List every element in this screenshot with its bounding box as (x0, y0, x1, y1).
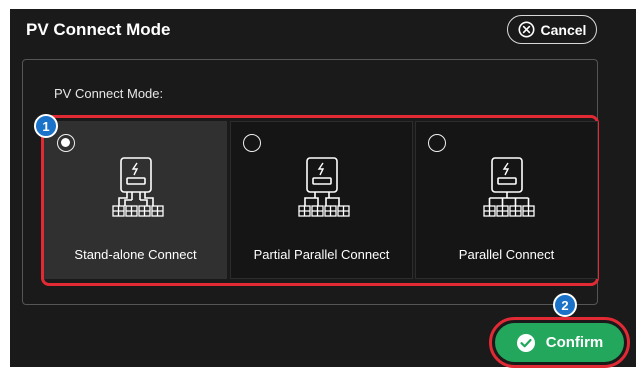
step-badge-1: 1 (34, 114, 58, 138)
cancel-label: Cancel (540, 21, 587, 38)
option-label: Stand-alone Connect (74, 247, 197, 262)
cancel-button[interactable]: Cancel (507, 15, 597, 44)
option-stand-alone[interactable]: Stand-alone Connect (44, 121, 227, 279)
check-circle-icon (516, 333, 536, 353)
section-label: PV Connect Mode: (54, 86, 164, 101)
confirm-button[interactable]: Confirm (495, 323, 624, 362)
confirm-label: Confirm (545, 334, 604, 351)
option-label: Partial Parallel Connect (253, 247, 390, 262)
option-partial-parallel[interactable]: Partial Parallel Connect (230, 121, 413, 279)
option-parallel[interactable]: Parallel Connect (415, 121, 598, 279)
inverter-panels-icon (101, 156, 171, 228)
inverter-panels-icon (472, 156, 542, 228)
dialog-title: PV Connect Mode (26, 20, 171, 39)
step-badge-2: 2 (553, 293, 577, 317)
radio-button-selected[interactable] (57, 134, 75, 152)
radio-button[interactable] (243, 134, 261, 152)
option-label: Parallel Connect (458, 247, 555, 262)
radio-button[interactable] (428, 134, 446, 152)
close-circle-icon (518, 21, 535, 38)
inverter-panels-icon (287, 156, 357, 228)
